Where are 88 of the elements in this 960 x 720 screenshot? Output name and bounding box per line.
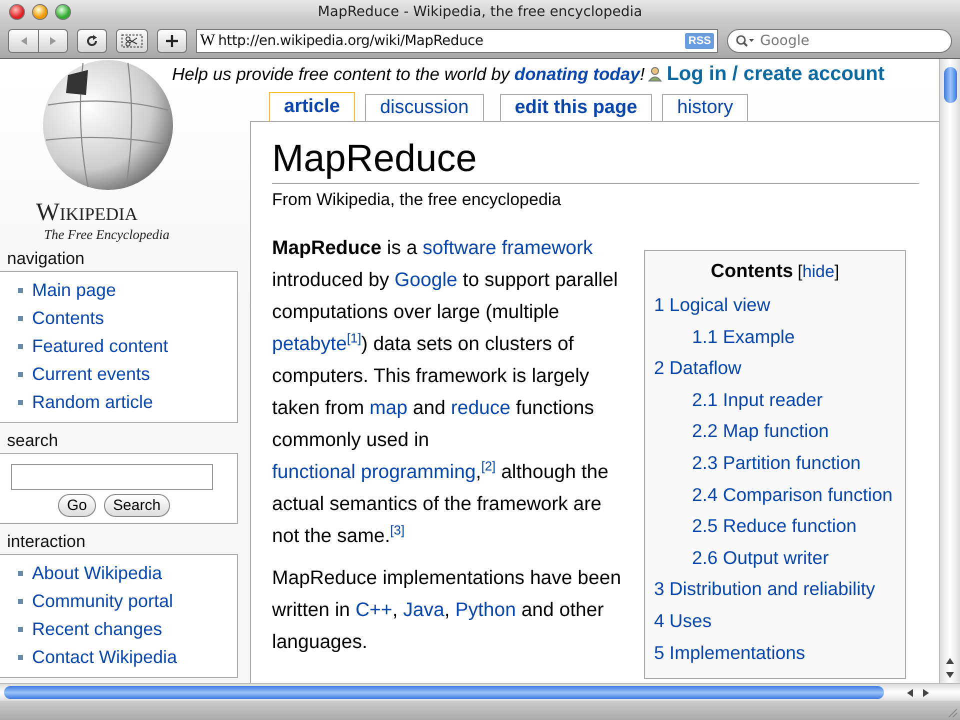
article-link[interactable]: Java	[403, 599, 444, 621]
user-icon	[648, 66, 662, 82]
reference-link[interactable]: [1]	[346, 330, 362, 346]
article-link[interactable]: functional programming	[272, 461, 476, 483]
sidebar-link[interactable]: Featured content	[32, 336, 168, 356]
search-field[interactable]: Google	[727, 29, 952, 53]
donate-link[interactable]: donating today	[514, 64, 640, 84]
scrollbar-thumb[interactable]	[4, 686, 884, 699]
search-button[interactable]: Search	[104, 494, 170, 517]
toc-link[interactable]: 2.5 Reduce function	[654, 510, 896, 542]
sidebar-link[interactable]: Current events	[32, 364, 150, 384]
scroll-up-icon[interactable]	[945, 657, 955, 665]
sidebar-heading: navigation	[6, 249, 85, 268]
toc-link[interactable]: 2.4 Comparison function	[654, 478, 896, 510]
toc-link[interactable]: 1 Logical view	[654, 289, 896, 321]
toc-link[interactable]: 2.3 Partition function	[654, 446, 896, 479]
page-tab[interactable]: discussion	[364, 94, 484, 121]
scissors-icon	[121, 34, 143, 48]
article-link[interactable]: C++	[355, 599, 392, 621]
sidebar-link[interactable]: Contents	[32, 308, 104, 328]
bullet-icon	[18, 598, 23, 604]
toc-link[interactable]: 4 Uses	[654, 604, 896, 637]
sidebar-link[interactable]: Main page	[32, 280, 116, 300]
article-link[interactable]: software framework	[422, 237, 593, 259]
page-tab[interactable]: edit this page	[500, 94, 652, 121]
login-link[interactable]: Log in / create account	[666, 62, 885, 86]
back-button[interactable]	[8, 29, 38, 53]
sidebar-link[interactable]: Community portal	[32, 590, 174, 612]
bullet-icon	[18, 344, 23, 348]
scroll-down-icon[interactable]	[945, 671, 955, 679]
sidebar-link[interactable]: Contact Wikipedia	[32, 646, 178, 668]
hide-toggle[interactable]: [hide]	[798, 262, 840, 281]
toc-link[interactable]: 1.1 Example	[654, 320, 896, 352]
toc-heading: Contents	[710, 261, 794, 282]
sidebar-link[interactable]: About Wikipedia	[32, 562, 162, 584]
article-link[interactable]: Python	[455, 599, 516, 621]
scroll-left-icon[interactable]	[906, 688, 914, 698]
toc-link[interactable]: 2.2 Map function	[654, 415, 896, 447]
page-tab[interactable]: article	[269, 92, 355, 121]
article-paragraph: MapReduce is a software framework introduced by Google to support parallel computations over large (multiple petabyte$^{[1]}$) data sets on clusters of computers. This framework is largely taken from map and reduce functions commonly used in functional programming,$^{[2]}$ although the actual semantics of the framework are not the same.$^{[3]}$	[272, 236, 619, 549]
sidebar-link[interactable]: Recent changes	[32, 618, 162, 640]
page-tab[interactable]: history	[662, 94, 748, 121]
toc-link[interactable]: 2.6 Output writer	[654, 542, 896, 574]
toc-link[interactable]: 2.1 Input reader	[654, 384, 896, 416]
article-paragraph: MapReduce implementations have been written in C++, Java, Python and other languages.	[272, 566, 622, 655]
reload-button[interactable]	[77, 29, 107, 53]
snippet-button[interactable]	[116, 29, 148, 53]
bullet-icon	[18, 372, 23, 376]
wikipedia-wordmark: Wikipedia	[36, 199, 138, 227]
reference-link[interactable]: [2]	[481, 458, 496, 474]
toc-link[interactable]: 2 Dataflow	[654, 352, 896, 384]
article-link[interactable]: Google	[394, 269, 458, 291]
minimize-button[interactable]	[32, 4, 48, 20]
vertical-scrollbar[interactable]	[939, 59, 960, 683]
forward-button[interactable]	[38, 29, 68, 53]
sidebar-link[interactable]: Random article	[32, 392, 154, 412]
donation-message: Help us provide free content to the world by donating today!	[172, 64, 645, 84]
bullet-icon	[18, 654, 23, 660]
close-button[interactable]	[9, 4, 25, 20]
scrollbar-thumb[interactable]	[944, 67, 956, 103]
sidebar-heading: interaction	[6, 532, 86, 551]
wikipedia-tagline: The Free Encyclopedia	[44, 227, 170, 243]
zoom-button[interactable]	[55, 4, 71, 20]
search-button[interactable]: Go	[58, 494, 96, 517]
search-input[interactable]	[11, 464, 213, 490]
window-title: MapReduce - Wikipedia, the free encyclopedia	[318, 4, 642, 20]
bullet-icon	[18, 570, 23, 576]
reload-icon	[85, 34, 99, 48]
site-icon: W	[200, 32, 216, 50]
sidebar-heading: search	[6, 431, 58, 450]
address-field[interactable]: W http://en.wikipedia.org/wiki/MapReduce RSS	[196, 29, 718, 53]
bullet-icon	[18, 400, 23, 404]
article-title: MapReduce	[272, 138, 919, 184]
bullet-icon	[18, 288, 23, 292]
reference-link[interactable]: [3]	[390, 522, 405, 538]
article-link[interactable]: petabyte	[272, 333, 347, 355]
scroll-right-icon[interactable]	[922, 688, 930, 698]
article-link[interactable]: reduce	[450, 397, 510, 419]
resize-grip-icon[interactable]	[946, 706, 958, 718]
toc-link[interactable]: 5 Implementations	[654, 636, 896, 668]
plus-icon	[165, 34, 179, 48]
article-link[interactable]: map	[370, 397, 408, 419]
bullet-icon	[18, 626, 23, 632]
bullet-icon	[18, 316, 23, 320]
add-bookmark-button[interactable]	[157, 29, 187, 53]
horizontal-scrollbar[interactable]	[0, 683, 960, 701]
toc-link[interactable]: 3 Distribution and reliability	[654, 573, 896, 605]
article-subtitle: From Wikipedia, the free encyclopedia	[272, 190, 562, 210]
